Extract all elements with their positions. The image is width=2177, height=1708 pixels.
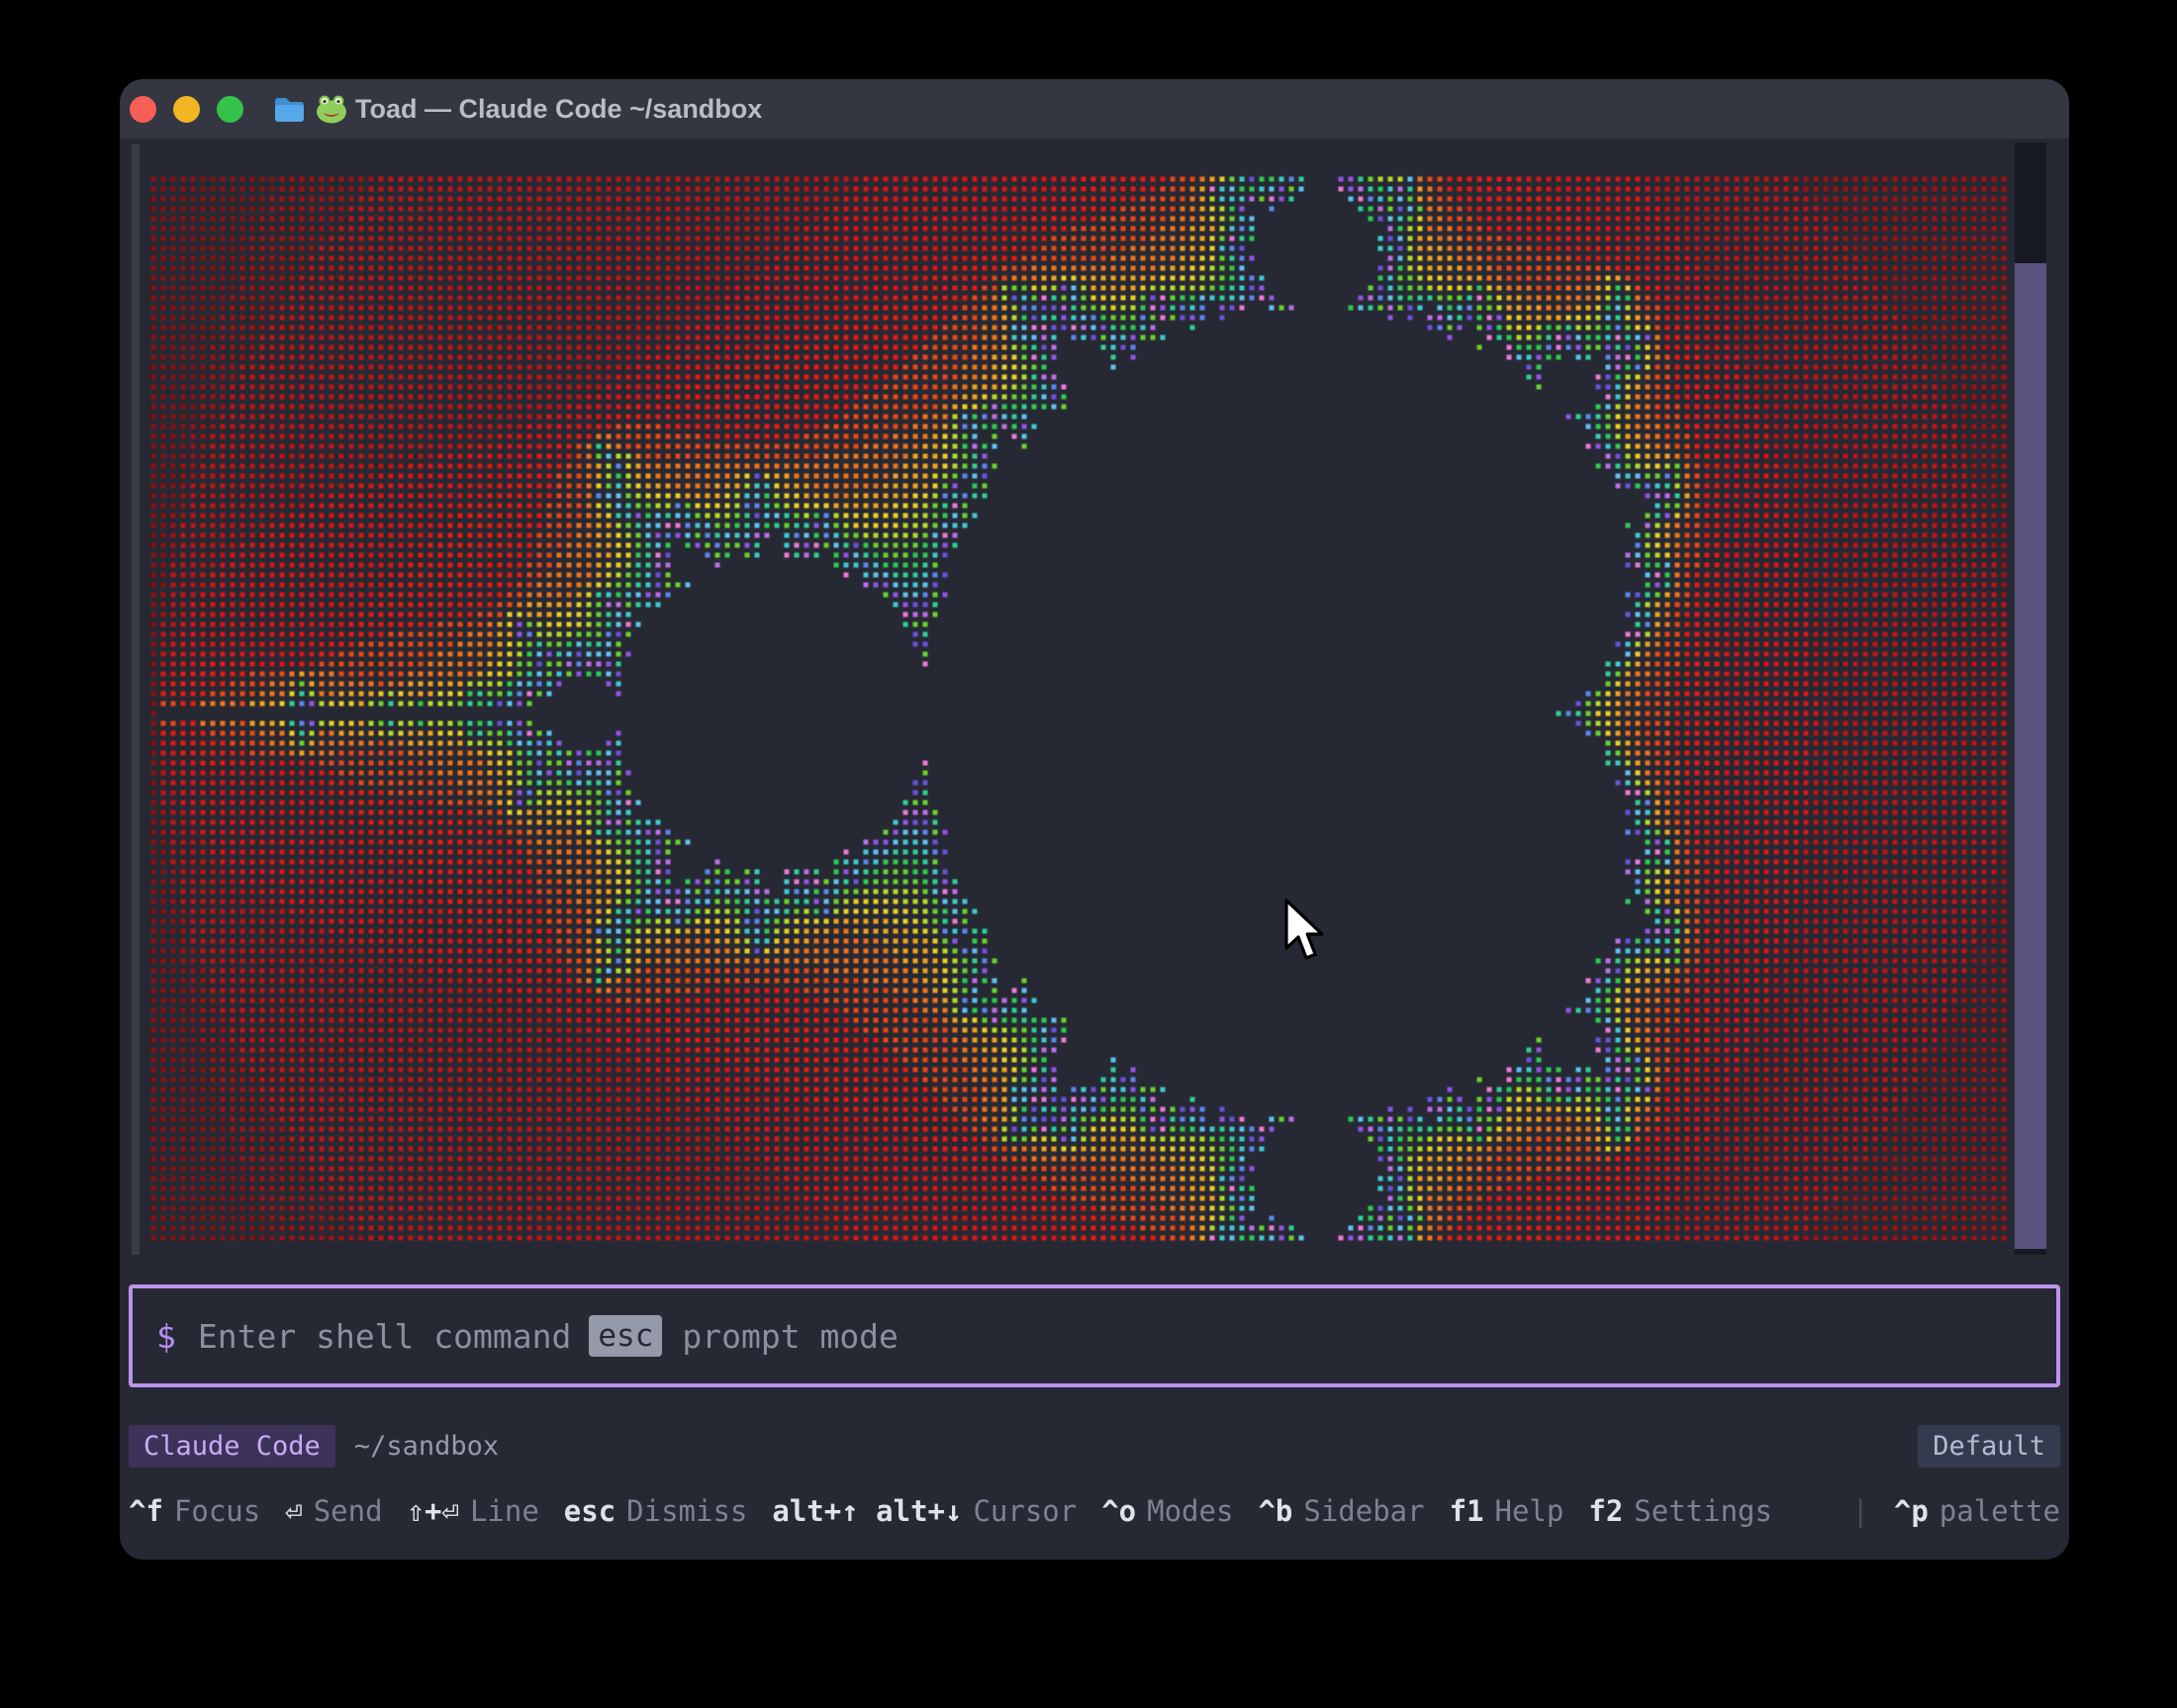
shortcut-label: Line (470, 1494, 539, 1528)
scrollbar-track[interactable] (2015, 142, 2046, 1255)
shortcut-key: ^p (1894, 1494, 1929, 1528)
shortcut-send[interactable]: ⏎ Send (285, 1494, 382, 1528)
shortcut-dismiss[interactable]: esc Dismiss (564, 1494, 748, 1528)
folder-icon (274, 96, 305, 123)
shortcut-key: alt+↑ alt+↓ (772, 1494, 962, 1528)
shortcut-label: Help (1495, 1494, 1564, 1528)
shortcut-key: ⏎ (285, 1494, 302, 1528)
titlebar-icons (274, 79, 347, 139)
shortcut-help[interactable]: f1 Help (1450, 1494, 1564, 1528)
scrollbar-thumb[interactable] (2015, 263, 2046, 1249)
esc-key-hint: prompt mode (682, 1317, 899, 1356)
shortcut-label: Send (314, 1494, 383, 1528)
terminal-output-pane (120, 139, 2069, 1272)
shortcut-bar: ^f Focus ⏎ Send ⇧+⏎ Lineesc Dismiss alt+↑ alt+↓… (129, 1488, 2060, 1534)
shortcut-divider: | (1851, 1494, 1868, 1528)
shortcut-key: esc (564, 1494, 615, 1528)
shortcut-line[interactable]: ⇧+⏎ Line (408, 1494, 539, 1528)
shortcut-key: f1 (1450, 1494, 1484, 1528)
shortcut-label: Settings (1634, 1494, 1772, 1528)
pane-left-border (132, 144, 140, 1255)
working-directory: ~/sandbox (354, 1431, 499, 1462)
shortcut-label: Cursor (973, 1494, 1077, 1528)
shortcut-cursor[interactable]: alt+↑ alt+↓ Cursor (772, 1494, 1077, 1528)
esc-key-badge: esc (589, 1315, 662, 1357)
titlebar: Toad — Claude Code ~/sandbox (120, 79, 2069, 139)
shortcut-key: ⇧+⏎ (408, 1494, 459, 1528)
shell-command-input[interactable]: $ Enter shell command esc prompt mode (129, 1284, 2060, 1387)
shortcut-focus[interactable]: ^f Focus (129, 1494, 260, 1528)
shortcut-key: f2 (1588, 1494, 1623, 1528)
status-bar: Claude Code ~/sandbox Default (129, 1423, 2060, 1469)
input-placeholder: Enter shell command (198, 1317, 572, 1356)
shortcut-label: Focus (174, 1494, 260, 1528)
frog-icon (316, 95, 347, 124)
app-badge: Claude Code (129, 1425, 335, 1468)
shortcut-key: ^b (1258, 1494, 1292, 1528)
shortcut-label: Modes (1147, 1494, 1233, 1528)
window-title: Toad — Claude Code ~/sandbox (355, 79, 762, 139)
shortcut-label: palette (1940, 1494, 2060, 1528)
shortcut-label: Dismiss (626, 1494, 747, 1528)
shortcut-palette[interactable]: ^p palette (1894, 1494, 2060, 1528)
minimize-button-icon[interactable] (173, 96, 200, 123)
screen: Toad — Claude Code ~/sandbox $ Enter she… (0, 0, 2177, 1708)
terminal-window: Toad — Claude Code ~/sandbox $ Enter she… (120, 79, 2069, 1560)
profile-badge[interactable]: Default (1918, 1425, 2060, 1468)
close-button-icon[interactable] (130, 96, 156, 123)
zoom-button-icon[interactable] (217, 96, 243, 123)
shortcut-sidebar[interactable]: ^b Sidebar (1258, 1494, 1424, 1528)
fractal-canvas[interactable] (148, 174, 2009, 1243)
shortcut-key: ^o (1101, 1494, 1136, 1528)
shortcut-modes[interactable]: ^o Modes (1101, 1494, 1233, 1528)
prompt-symbol: $ (156, 1317, 176, 1356)
traffic-lights (130, 79, 243, 139)
shortcut-key: ^f (129, 1494, 163, 1528)
shortcut-settings[interactable]: f2 Settings (1588, 1494, 1772, 1528)
shortcut-label: Sidebar (1303, 1494, 1424, 1528)
